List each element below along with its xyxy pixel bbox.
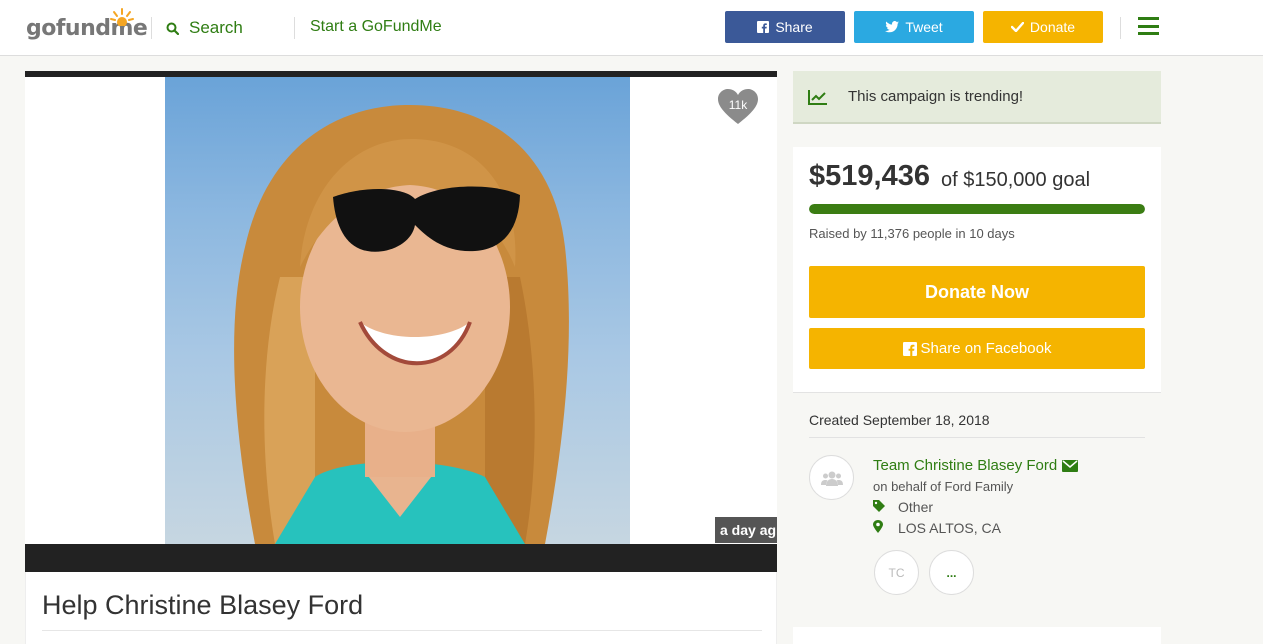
checkmark-icon <box>1010 22 1024 32</box>
start-gofundme-link[interactable]: Start a GoFundMe <box>310 18 442 36</box>
facebook-icon <box>902 341 917 356</box>
next-card <box>793 627 1161 644</box>
time-badge: a day ag <box>715 517 777 543</box>
location-label: LOS ALTOS, CA <box>898 520 1001 536</box>
donate-label: Donate <box>1029 19 1076 35</box>
location-row: LOS ALTOS, CA <box>873 520 1001 536</box>
campaign-photo <box>165 77 630 544</box>
progress-fill <box>809 204 1145 214</box>
search-icon <box>166 22 179 35</box>
organizer-name-link[interactable]: Team Christine Blasey Ford <box>873 457 1079 474</box>
trending-text: This campaign is trending! <box>848 88 1024 105</box>
like-count: 11k <box>728 98 748 112</box>
menu-icon[interactable] <box>1138 17 1159 35</box>
header-divider <box>294 17 295 39</box>
campaign-title-card: Help Christine Blasey Ford <box>25 572 777 644</box>
twitter-icon <box>885 21 900 33</box>
share-label: Share <box>775 19 813 35</box>
team-member-avatar[interactable]: TC <box>874 550 919 595</box>
like-heart-button[interactable]: 11k <box>718 89 758 125</box>
donate-button[interactable]: Donate <box>983 11 1103 43</box>
donation-card: $519,436 of $150,000 goal Raised by 11,3… <box>793 147 1161 393</box>
raised-summary: Raised by 11,376 people in 10 days <box>809 226 1015 241</box>
header-divider <box>151 17 152 39</box>
trending-banner: This campaign is trending! <box>793 71 1161 124</box>
top-nav: gofundme Search Start a GoFundMe Share T… <box>0 0 1263 56</box>
portrait-image <box>234 104 569 544</box>
created-date: Created September 18, 2018 <box>809 412 990 428</box>
campaign-title: Help Christine Blasey Ford <box>42 590 364 620</box>
more-team-button[interactable]: ... <box>929 550 974 595</box>
group-icon <box>820 471 843 486</box>
amount-raised: $519,436 <box>809 160 930 192</box>
goal-text: of $150,000 goal <box>941 169 1091 191</box>
facebook-icon <box>757 21 770 33</box>
donate-now-button[interactable]: Donate Now <box>809 266 1145 318</box>
campaign-media: 11k a day ag <box>25 71 777 572</box>
gofundme-logo[interactable]: gofundme <box>26 8 148 44</box>
category-row: Other <box>873 499 933 515</box>
search-button[interactable]: Search <box>166 17 243 39</box>
search-label: Search <box>189 18 243 37</box>
tweet-label: Tweet <box>905 19 943 35</box>
trending-chart-icon <box>808 89 827 105</box>
share-facebook-label: Share on Facebook <box>920 340 1052 357</box>
envelope-icon[interactable] <box>1062 459 1079 472</box>
progress-bar <box>809 204 1145 214</box>
organizer-name: Team Christine Blasey Ford <box>873 457 1058 474</box>
tag-icon <box>873 500 885 512</box>
category-label[interactable]: Other <box>898 499 933 515</box>
map-pin-icon <box>873 520 883 533</box>
tweet-button[interactable]: Tweet <box>854 11 974 43</box>
sun-icon <box>110 8 134 26</box>
organizer-avatar[interactable] <box>809 455 854 500</box>
header-divider <box>1120 17 1121 39</box>
on-behalf-text: on behalf of Ford Family <box>873 479 1014 494</box>
share-facebook-button[interactable]: Share on Facebook <box>809 328 1145 369</box>
share-button[interactable]: Share <box>725 11 845 43</box>
